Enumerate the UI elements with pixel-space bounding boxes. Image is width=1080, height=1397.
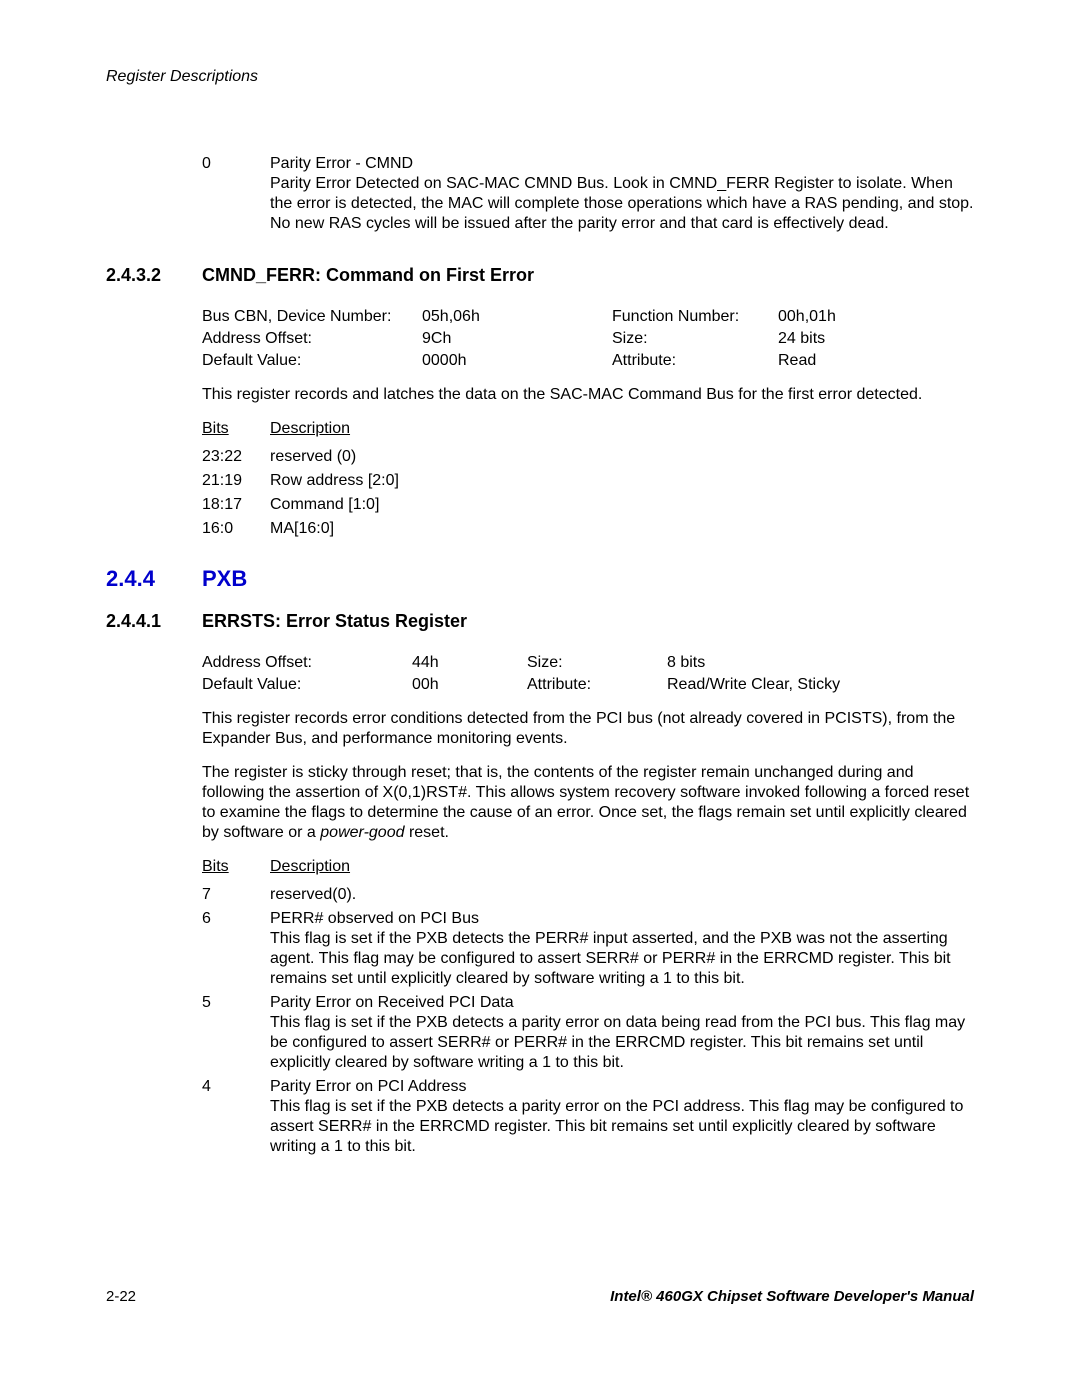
meta-value: 00h	[412, 675, 527, 695]
meta-value: 0000h	[422, 351, 612, 371]
bit-description: Parity Error on Received PCI Data This f…	[270, 993, 974, 1073]
table-row: 21:19 Row address [2:0]	[202, 471, 974, 491]
bit-number: 21:19	[202, 471, 270, 491]
bit-body: This flag is set if the PXB detects the …	[270, 929, 974, 989]
text-span: reset.	[405, 824, 449, 841]
meta-value: 00h,01h	[778, 307, 974, 327]
meta-row: Address Offset: 9Ch Size: 24 bits	[202, 329, 974, 349]
bit-table: 7 reserved(0). 6 PERR# observed on PCI B…	[202, 885, 974, 1157]
bit-body: This flag is set if the PXB detects a pa…	[270, 1097, 974, 1157]
bit-table-header: Bits Description	[202, 857, 974, 877]
meta-value: 05h,06h	[422, 307, 612, 327]
section-title: PXB	[202, 565, 247, 593]
bit-number: 7	[202, 885, 270, 905]
bit-number: 6	[202, 909, 270, 989]
meta-value: 24 bits	[778, 329, 974, 349]
meta-label: Bus CBN, Device Number:	[202, 307, 422, 327]
bit-number: 16:0	[202, 519, 270, 539]
table-row: 7 reserved(0).	[202, 885, 974, 905]
bit-body: This flag is set if the PXB detects a pa…	[270, 1013, 974, 1073]
bit-description: MA[16:0]	[270, 519, 974, 539]
bit-description: reserved(0).	[270, 885, 974, 905]
body-content: 0 Parity Error - CMND Parity Error Detec…	[202, 154, 974, 1157]
bit-title: Parity Error on Received PCI Data	[270, 993, 974, 1013]
section-title: CMND_FERR: Command on First Error	[202, 264, 534, 287]
bits-header: Bits	[202, 857, 270, 877]
table-row: 16:0 MA[16:0]	[202, 519, 974, 539]
table-row: 5 Parity Error on Received PCI Data This…	[202, 993, 974, 1073]
bit-description: Parity Error - CMND Parity Error Detecte…	[270, 154, 974, 234]
meta-value: 9Ch	[422, 329, 612, 349]
page-number: 2-22	[106, 1288, 136, 1307]
bit-description: PERR# observed on PCI Bus This flag is s…	[270, 909, 974, 989]
footer-title: Intel® 460GX Chipset Software Developer'…	[610, 1288, 974, 1307]
bit-title: PERR# observed on PCI Bus	[270, 909, 974, 929]
meta-label: Address Offset:	[202, 329, 422, 349]
bit-number: 4	[202, 1077, 270, 1157]
meta-value: 44h	[412, 653, 527, 673]
section-heading: 2.4.4 PXB	[106, 565, 974, 593]
meta-value: Read	[778, 351, 974, 371]
bit-number: 5	[202, 993, 270, 1073]
paragraph: This register records and latches the da…	[202, 385, 974, 405]
bit-number: 0	[202, 154, 270, 234]
page-footer: 2-22 Intel® 460GX Chipset Software Devel…	[106, 1288, 974, 1307]
meta-label: Default Value:	[202, 675, 412, 695]
table-row: 18:17 Command [1:0]	[202, 495, 974, 515]
subsection-heading: 2.4.3.2 CMND_FERR: Command on First Erro…	[106, 264, 974, 287]
section-number: 2.4.3.2	[106, 264, 202, 287]
meta-label: Address Offset:	[202, 653, 412, 673]
bit-body: Parity Error Detected on SAC-MAC CMND Bu…	[270, 174, 974, 234]
bit-title: reserved(0).	[270, 885, 974, 905]
running-header: Register Descriptions	[106, 67, 974, 87]
meta-value: Read/Write Clear, Sticky	[667, 675, 974, 695]
register-meta: Bus CBN, Device Number: 05h,06h Function…	[202, 307, 974, 371]
page: Register Descriptions 0 Parity Error - C…	[0, 0, 1080, 1397]
bit-title: Parity Error on PCI Address	[270, 1077, 974, 1097]
meta-row: Bus CBN, Device Number: 05h,06h Function…	[202, 307, 974, 327]
bit-description: Command [1:0]	[270, 495, 974, 515]
section-title: ERRSTS: Error Status Register	[202, 610, 467, 633]
bit-number: 18:17	[202, 495, 270, 515]
bit-description: reserved (0)	[270, 447, 974, 467]
description-header: Description	[270, 857, 350, 877]
italic-text: power-good	[320, 824, 404, 841]
table-row: 6 PERR# observed on PCI Bus This flag is…	[202, 909, 974, 989]
bits-header: Bits	[202, 419, 270, 439]
meta-row: Address Offset: 44h Size: 8 bits	[202, 653, 974, 673]
table-row: 4 Parity Error on PCI Address This flag …	[202, 1077, 974, 1157]
bit-title: Parity Error - CMND	[270, 154, 974, 174]
bit-description: Row address [2:0]	[270, 471, 974, 491]
meta-label: Attribute:	[527, 675, 667, 695]
meta-label: Default Value:	[202, 351, 422, 371]
meta-value: 8 bits	[667, 653, 974, 673]
section-number: 2.4.4.1	[106, 610, 202, 633]
section-number: 2.4.4	[106, 565, 202, 593]
bit-description: Parity Error on PCI Address This flag is…	[270, 1077, 974, 1157]
meta-label: Size:	[612, 329, 778, 349]
bit-number: 23:22	[202, 447, 270, 467]
meta-label: Size:	[527, 653, 667, 673]
register-meta: Address Offset: 44h Size: 8 bits Default…	[202, 653, 974, 695]
bit-row: 0 Parity Error - CMND Parity Error Detec…	[202, 154, 974, 234]
meta-label: Function Number:	[612, 307, 778, 327]
subsection-heading: 2.4.4.1 ERRSTS: Error Status Register	[106, 610, 974, 633]
meta-row: Default Value: 00h Attribute: Read/Write…	[202, 675, 974, 695]
paragraph: This register records error conditions d…	[202, 709, 974, 749]
table-row: 23:22 reserved (0)	[202, 447, 974, 467]
paragraph: The register is sticky through reset; th…	[202, 763, 974, 843]
bit-table-header: Bits Description	[202, 419, 974, 439]
text-span: The register is sticky through reset; th…	[202, 764, 969, 841]
description-header: Description	[270, 419, 350, 439]
bit-table: 23:22 reserved (0) 21:19 Row address [2:…	[202, 447, 974, 539]
meta-row: Default Value: 0000h Attribute: Read	[202, 351, 974, 371]
meta-label: Attribute:	[612, 351, 778, 371]
